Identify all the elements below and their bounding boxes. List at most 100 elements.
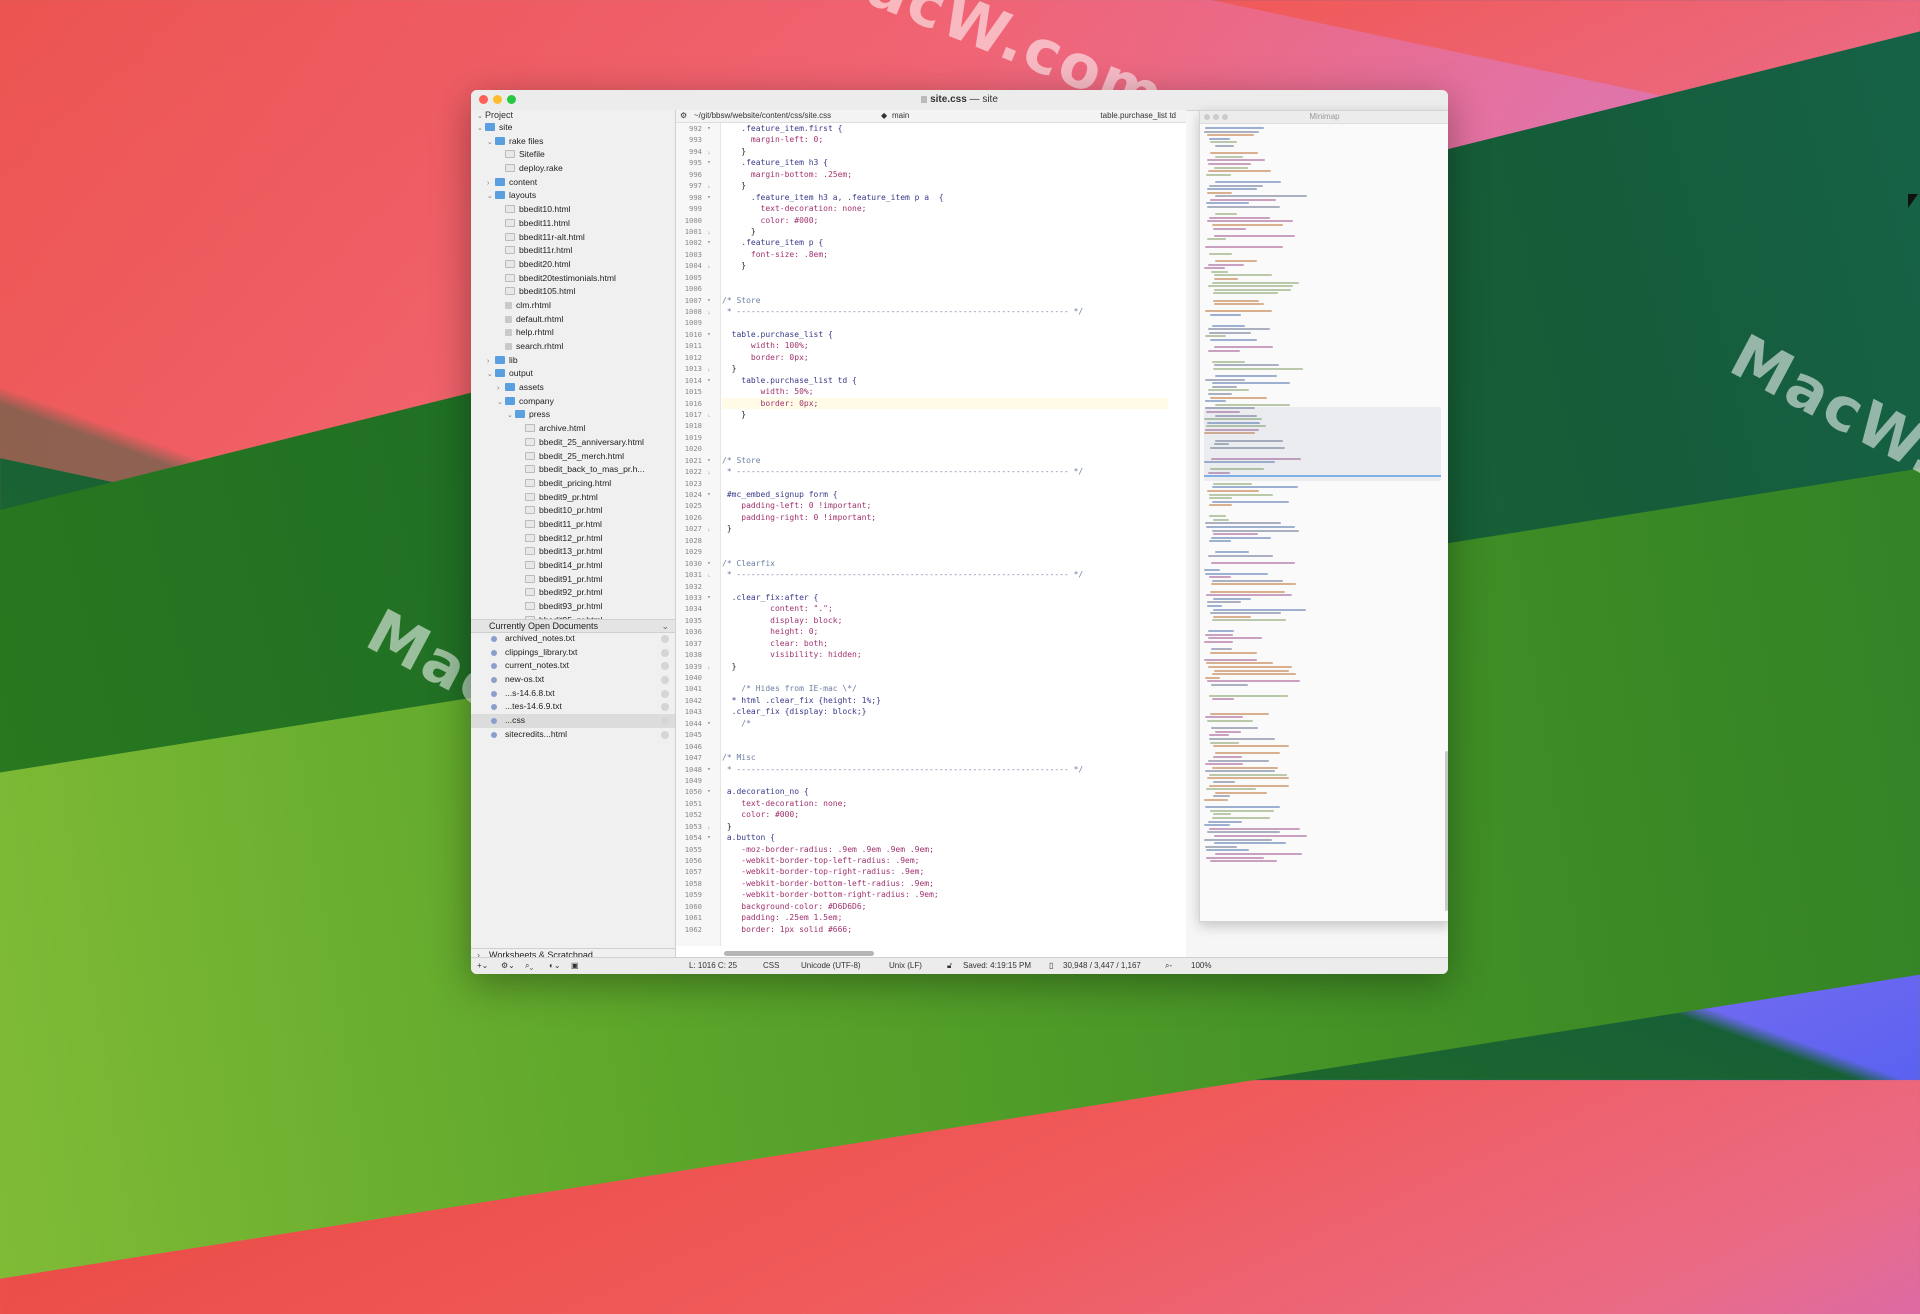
code-line[interactable]: 1059 -webkit-border-bottom-right-radius:… xyxy=(685,889,1168,900)
tree-file[interactable]: bbedit93_pr.html xyxy=(471,600,675,614)
code-line[interactable]: 1055 -moz-border-radius: .9em .9em .9em … xyxy=(685,844,1168,855)
gear-icon[interactable]: ⚙⌄ xyxy=(501,958,515,974)
chevron-right-icon[interactable]: › xyxy=(497,382,505,396)
minimap-scrollbar[interactable] xyxy=(1445,751,1448,911)
code-line[interactable]: 1040 xyxy=(685,672,1168,683)
editor-pane[interactable]: ⚙ ~/git/bbsw/website/content/css/site.cs… xyxy=(676,110,1186,958)
code-line[interactable]: 1012 border: 0px; xyxy=(685,352,1168,363)
code-line[interactable]: 1023 xyxy=(685,478,1168,489)
close-document-icon[interactable] xyxy=(661,676,669,685)
open-document-item[interactable]: ...s-14.6.8.txt xyxy=(471,687,675,701)
fold-icon[interactable]: ⌞ xyxy=(707,146,715,157)
fold-icon[interactable]: ⌞ xyxy=(707,821,715,832)
fold-icon[interactable]: ▾ xyxy=(707,592,715,603)
open-document-item[interactable]: current_notes.txt xyxy=(471,659,675,673)
code-line[interactable]: 995 ▾ .feature_item h3 { xyxy=(689,157,1168,168)
minimap-preview[interactable] xyxy=(1204,127,1441,917)
open-document-item[interactable]: clippings_library.txt xyxy=(471,646,675,660)
chevron-down-icon[interactable]: ⌄ xyxy=(487,136,495,150)
chevron-right-icon[interactable]: › xyxy=(487,355,495,369)
fold-icon[interactable]: ▾ xyxy=(707,455,715,466)
code-line[interactable]: 998 ▾ .feature_item h3 a, .feature_item p… xyxy=(689,192,1168,203)
tree-file[interactable]: deploy.rake xyxy=(471,162,675,176)
fold-icon[interactable]: ⌞ xyxy=(707,180,715,191)
tree-file[interactable]: bbedit11_pr.html xyxy=(471,518,675,532)
tree-file[interactable]: bbedit11r-alt.html xyxy=(471,231,675,245)
fold-icon[interactable]: ▾ xyxy=(707,375,715,386)
code-line[interactable]: 1037 clear: both; xyxy=(685,638,1168,649)
code-line[interactable]: 1046 xyxy=(685,741,1168,752)
code-line[interactable]: 1048 ▾ * --------------------------------… xyxy=(685,764,1168,775)
fold-icon[interactable]: ▾ xyxy=(707,489,715,500)
tree-file[interactable]: search.rhtml xyxy=(471,340,675,354)
code-line[interactable]: 1035 display: block; xyxy=(685,615,1168,626)
close-document-icon[interactable] xyxy=(661,648,669,657)
code-line[interactable]: 1030 ▾ /* Clearfix xyxy=(685,558,1168,569)
fold-icon[interactable]: ⌞ xyxy=(707,226,715,237)
lock-icon[interactable]: 🔓︎ xyxy=(947,958,952,974)
code-line[interactable]: 1054 ▾ a.button { xyxy=(685,832,1168,843)
sidebar-header[interactable]: ⌄ Project xyxy=(471,110,675,121)
fold-icon[interactable]: ▾ xyxy=(707,192,715,203)
minimap-visible-region[interactable] xyxy=(1204,407,1441,481)
code-line[interactable]: 1026 padding-right: 0 !important; xyxy=(685,512,1168,523)
open-document-item[interactable]: new-os.txt xyxy=(471,673,675,687)
code-line[interactable]: 996 margin-bottom: .25em; xyxy=(689,169,1168,180)
code-line[interactable]: 1017 ⌞ } xyxy=(685,409,1168,420)
tree-folder[interactable]: ⌄ rake files xyxy=(471,135,675,149)
code-line[interactable]: 1025 padding-left: 0 !important; xyxy=(685,500,1168,511)
fold-icon[interactable]: ▾ xyxy=(707,295,715,306)
code-line[interactable]: 1043 .clear_fix {display: block;} xyxy=(685,706,1168,717)
code-line[interactable]: 1005 xyxy=(685,272,1168,283)
tree-file[interactable]: bbedit_25_merch.html xyxy=(471,450,675,464)
code-line[interactable]: 1041 /* Hides from IE-mac \*/ xyxy=(685,683,1168,694)
tree-file[interactable]: bbedit11.html xyxy=(471,217,675,231)
tree-file[interactable]: archive.html xyxy=(471,422,675,436)
close-button[interactable] xyxy=(1204,114,1210,120)
branch-menu[interactable]: main xyxy=(892,110,909,122)
chevron-down-icon[interactable]: ⌄ xyxy=(661,620,669,632)
code-line[interactable]: 1022 ⌞ * --------------------------------… xyxy=(685,466,1168,477)
tree-file[interactable]: bbedit9_pr.html xyxy=(471,491,675,505)
code-line[interactable]: 1029 xyxy=(685,546,1168,557)
code-line[interactable]: 1034 content: "."; xyxy=(685,603,1168,614)
code-line[interactable]: 1014 ▾ table.purchase_list td { xyxy=(685,375,1168,386)
chevron-down-icon[interactable]: ⌄ xyxy=(487,190,495,204)
tree-folder[interactable]: ⌄ company xyxy=(471,395,675,409)
language-menu[interactable]: CSS xyxy=(763,958,779,974)
tree-file[interactable]: bbedit14_pr.html xyxy=(471,559,675,573)
tree-file[interactable]: clm.rhtml xyxy=(471,299,675,313)
code-line[interactable]: 1056 -webkit-border-top-left-radius: .9e… xyxy=(685,855,1168,866)
fold-icon[interactable]: ⌞ xyxy=(707,569,715,580)
sidebar-toggle-icon[interactable]: ▣ xyxy=(571,958,579,974)
close-document-icon[interactable] xyxy=(661,717,669,726)
close-document-icon[interactable] xyxy=(661,662,669,671)
code-line[interactable]: 1002 ▾ .feature_item p { xyxy=(685,237,1168,248)
fold-icon[interactable]: ⌞ xyxy=(707,260,715,271)
open-documents-header[interactable]: Currently Open Documents ⌄ xyxy=(471,619,675,633)
encoding-menu[interactable]: Unicode (UTF-8) xyxy=(801,958,861,974)
code-line[interactable]: 1028 xyxy=(685,535,1168,546)
code-line[interactable]: 993 margin-left: 0; xyxy=(689,134,1168,145)
tree-file[interactable]: bbedit13_pr.html xyxy=(471,545,675,559)
code-area[interactable]: 992 ▾ .feature_item.first {993 margin-lef… xyxy=(685,123,1168,946)
fold-icon[interactable]: ▾ xyxy=(707,329,715,340)
zoom-level[interactable]: 100% xyxy=(1191,958,1211,974)
code-line[interactable]: 1047 /* Misc xyxy=(685,752,1168,763)
code-line[interactable]: 1027 ⌞ } xyxy=(685,523,1168,534)
tree-file[interactable]: bbedit12_pr.html xyxy=(471,532,675,546)
close-document-icon[interactable] xyxy=(661,635,669,643)
tree-folder[interactable]: ⌄ output xyxy=(471,367,675,381)
search-icon[interactable]: ⌕⌄ xyxy=(525,958,533,974)
code-line[interactable]: 1007 ▾ /* Store xyxy=(685,295,1168,306)
tree-folder[interactable]: › assets xyxy=(471,381,675,395)
tree-file[interactable]: bbedit10.html xyxy=(471,203,675,217)
code-line[interactable]: 1061 padding: .25em 1.5em; xyxy=(685,912,1168,923)
fold-icon[interactable]: ▾ xyxy=(707,237,715,248)
fold-icon[interactable]: ▾ xyxy=(707,832,715,843)
code-line[interactable]: 1038 visibility: hidden; xyxy=(685,649,1168,660)
tree-file[interactable]: bbedit11r.html xyxy=(471,244,675,258)
fold-icon[interactable]: ⌞ xyxy=(707,466,715,477)
code-line[interactable]: 1052 color: #000; xyxy=(685,809,1168,820)
code-line[interactable]: 1001 ⌞ } xyxy=(685,226,1168,237)
